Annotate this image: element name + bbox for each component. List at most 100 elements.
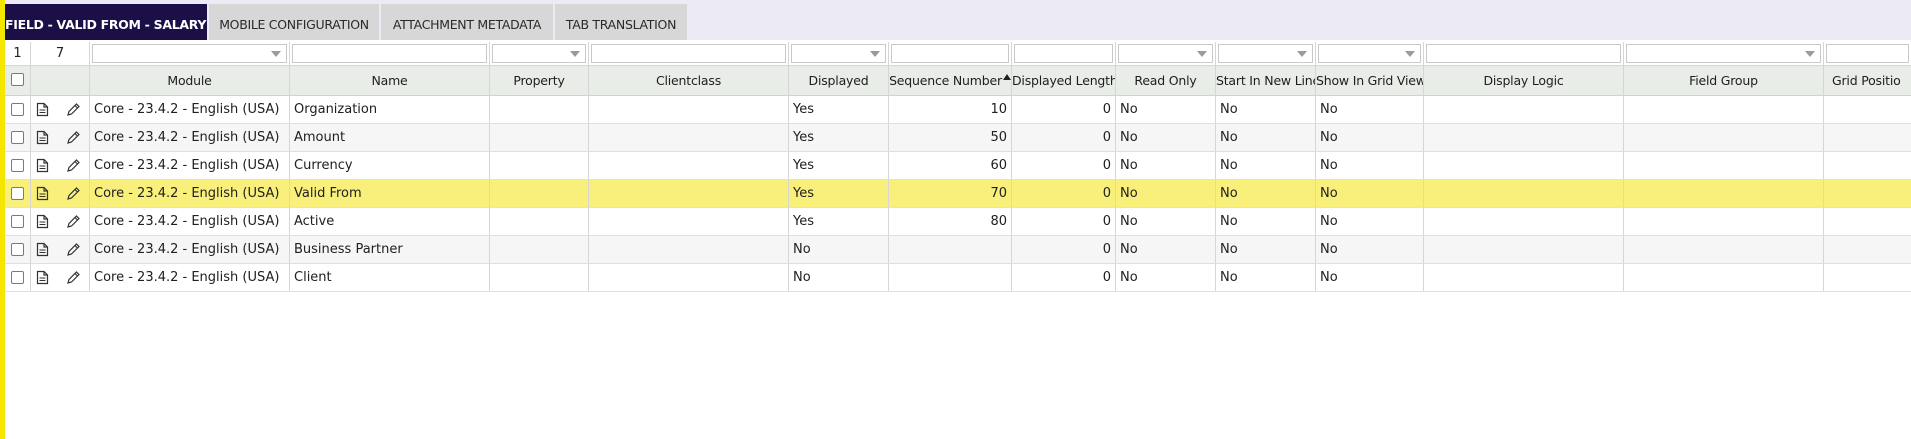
row-checkbox[interactable] xyxy=(11,215,24,228)
cell-length[interactable]: 0 xyxy=(1012,124,1116,151)
cell-clientclass[interactable] xyxy=(589,152,789,179)
open-record-icon[interactable] xyxy=(31,264,61,291)
row-checkbox[interactable] xyxy=(11,271,24,284)
filter-sequence-number[interactable] xyxy=(891,44,1009,63)
cell-displayed[interactable]: Yes xyxy=(789,96,889,123)
filter-displayed-length[interactable] xyxy=(1014,44,1113,63)
edit-pencil-icon[interactable] xyxy=(61,180,90,207)
cell-name[interactable]: Valid From xyxy=(290,180,490,207)
cell-empty[interactable] xyxy=(1824,124,1911,151)
cell-displayed[interactable]: Yes xyxy=(789,152,889,179)
cell-read-only[interactable]: No xyxy=(1116,264,1216,291)
column-header-show-in-grid-view[interactable]: Show In Grid View xyxy=(1316,66,1424,95)
filter-start-in-new-line[interactable] xyxy=(1218,44,1313,63)
cell-module[interactable]: Core - 23.4.2 - English (USA) xyxy=(90,96,290,123)
cell-name[interactable]: Business Partner xyxy=(290,236,490,263)
cell-read-only[interactable]: No xyxy=(1116,124,1216,151)
cell-empty[interactable] xyxy=(1824,180,1911,207)
cell-grid-view[interactable]: No xyxy=(1316,152,1424,179)
cell-length[interactable]: 0 xyxy=(1012,180,1116,207)
cell-clientclass[interactable] xyxy=(589,180,789,207)
cell-property[interactable] xyxy=(490,208,589,235)
column-header-property[interactable]: Property xyxy=(490,66,589,95)
cell-read-only[interactable]: No xyxy=(1116,180,1216,207)
open-record-icon[interactable] xyxy=(31,124,61,151)
cell-sequence[interactable] xyxy=(889,236,1012,263)
cell-new-line[interactable]: No xyxy=(1216,236,1316,263)
cell-name[interactable]: Client xyxy=(290,264,490,291)
cell-clientclass[interactable] xyxy=(589,124,789,151)
table-row[interactable]: Core - 23.4.2 - English (USA) Client No 0 No… xyxy=(5,264,1911,292)
table-row[interactable]: Core - 23.4.2 - English (USA) Currency Yes… xyxy=(5,152,1911,180)
table-row[interactable]: Core - 23.4.2 - English (USA) Business Pa… xyxy=(5,236,1911,264)
cell-displayed[interactable]: Yes xyxy=(789,180,889,207)
cell-property[interactable] xyxy=(490,124,589,151)
cell-grid-view[interactable]: No xyxy=(1316,96,1424,123)
filter-displayed[interactable] xyxy=(791,44,886,63)
cell-read-only[interactable]: No xyxy=(1116,236,1216,263)
cell-module[interactable]: Core - 23.4.2 - English (USA) xyxy=(90,180,290,207)
open-record-icon[interactable] xyxy=(31,236,61,263)
row-checkbox[interactable] xyxy=(11,131,24,144)
edit-pencil-icon[interactable] xyxy=(61,264,90,291)
cell-new-line[interactable]: No xyxy=(1216,96,1316,123)
cell-property[interactable] xyxy=(490,152,589,179)
cell-empty[interactable] xyxy=(1624,124,1824,151)
cell-new-line[interactable]: No xyxy=(1216,124,1316,151)
cell-module[interactable]: Core - 23.4.2 - English (USA) xyxy=(90,152,290,179)
cell-grid-view[interactable]: No xyxy=(1316,264,1424,291)
cell-empty[interactable] xyxy=(1824,152,1911,179)
cell-clientclass[interactable] xyxy=(589,208,789,235)
filter-name[interactable] xyxy=(292,44,487,63)
cell-empty[interactable] xyxy=(1424,208,1624,235)
cell-empty[interactable] xyxy=(1424,124,1624,151)
cell-sequence[interactable] xyxy=(889,264,1012,291)
row-checkbox[interactable] xyxy=(11,243,24,256)
cell-new-line[interactable]: No xyxy=(1216,152,1316,179)
table-row[interactable]: Core - 23.4.2 - English (USA) Amount Yes 50… xyxy=(5,124,1911,152)
column-header-sequence-number[interactable]: Sequence Number xyxy=(889,66,1012,95)
table-row[interactable]: Core - 23.4.2 - English (USA) Valid From Y… xyxy=(5,180,1911,208)
cell-new-line[interactable]: No xyxy=(1216,208,1316,235)
cell-grid-view[interactable]: No xyxy=(1316,208,1424,235)
column-header-name[interactable]: Name xyxy=(290,66,490,95)
cell-read-only[interactable]: No xyxy=(1116,208,1216,235)
cell-grid-view[interactable]: No xyxy=(1316,124,1424,151)
table-row[interactable]: Core - 23.4.2 - English (USA) Active Yes 80… xyxy=(5,208,1911,236)
cell-length[interactable]: 0 xyxy=(1012,236,1116,263)
open-record-icon[interactable] xyxy=(31,180,61,207)
cell-new-line[interactable]: No xyxy=(1216,264,1316,291)
tab-attachment-metadata[interactable]: ATTACHMENT METADATA xyxy=(381,4,553,40)
filter-grid-position[interactable] xyxy=(1826,44,1909,63)
cell-displayed[interactable]: No xyxy=(789,236,889,263)
filter-show-in-grid-view[interactable] xyxy=(1318,44,1421,63)
filter-read-only[interactable] xyxy=(1118,44,1213,63)
cell-clientclass[interactable] xyxy=(589,96,789,123)
cell-empty[interactable] xyxy=(1824,236,1911,263)
row-checkbox[interactable] xyxy=(11,159,24,172)
cell-property[interactable] xyxy=(490,264,589,291)
table-row[interactable]: Core - 23.4.2 - English (USA) Organizatio… xyxy=(5,96,1911,124)
cell-displayed[interactable]: Yes xyxy=(789,124,889,151)
cell-sequence[interactable]: 70 xyxy=(889,180,1012,207)
column-header-displayed[interactable]: Displayed xyxy=(789,66,889,95)
cell-empty[interactable] xyxy=(1624,208,1824,235)
tab-field[interactable]: FIELD - VALID FROM - SALARY ... xyxy=(5,4,207,40)
column-header-clientclass[interactable]: Clientclass xyxy=(589,66,789,95)
cell-empty[interactable] xyxy=(1624,180,1824,207)
column-header-start-in-new-line[interactable]: Start In New Line xyxy=(1216,66,1316,95)
tab-mobile-configuration[interactable]: MOBILE CONFIGURATION xyxy=(209,4,379,40)
edit-pencil-icon[interactable] xyxy=(61,124,90,151)
cell-read-only[interactable]: No xyxy=(1116,96,1216,123)
cell-empty[interactable] xyxy=(1424,180,1624,207)
filter-clientclass[interactable] xyxy=(591,44,786,63)
cell-grid-view[interactable]: No xyxy=(1316,236,1424,263)
cell-displayed[interactable]: No xyxy=(789,264,889,291)
cell-sequence[interactable]: 10 xyxy=(889,96,1012,123)
cell-empty[interactable] xyxy=(1424,96,1624,123)
cell-empty[interactable] xyxy=(1424,236,1624,263)
cell-property[interactable] xyxy=(490,96,589,123)
cell-clientclass[interactable] xyxy=(589,236,789,263)
cell-empty[interactable] xyxy=(1824,208,1911,235)
column-header-field-group[interactable]: Field Group xyxy=(1624,66,1824,95)
